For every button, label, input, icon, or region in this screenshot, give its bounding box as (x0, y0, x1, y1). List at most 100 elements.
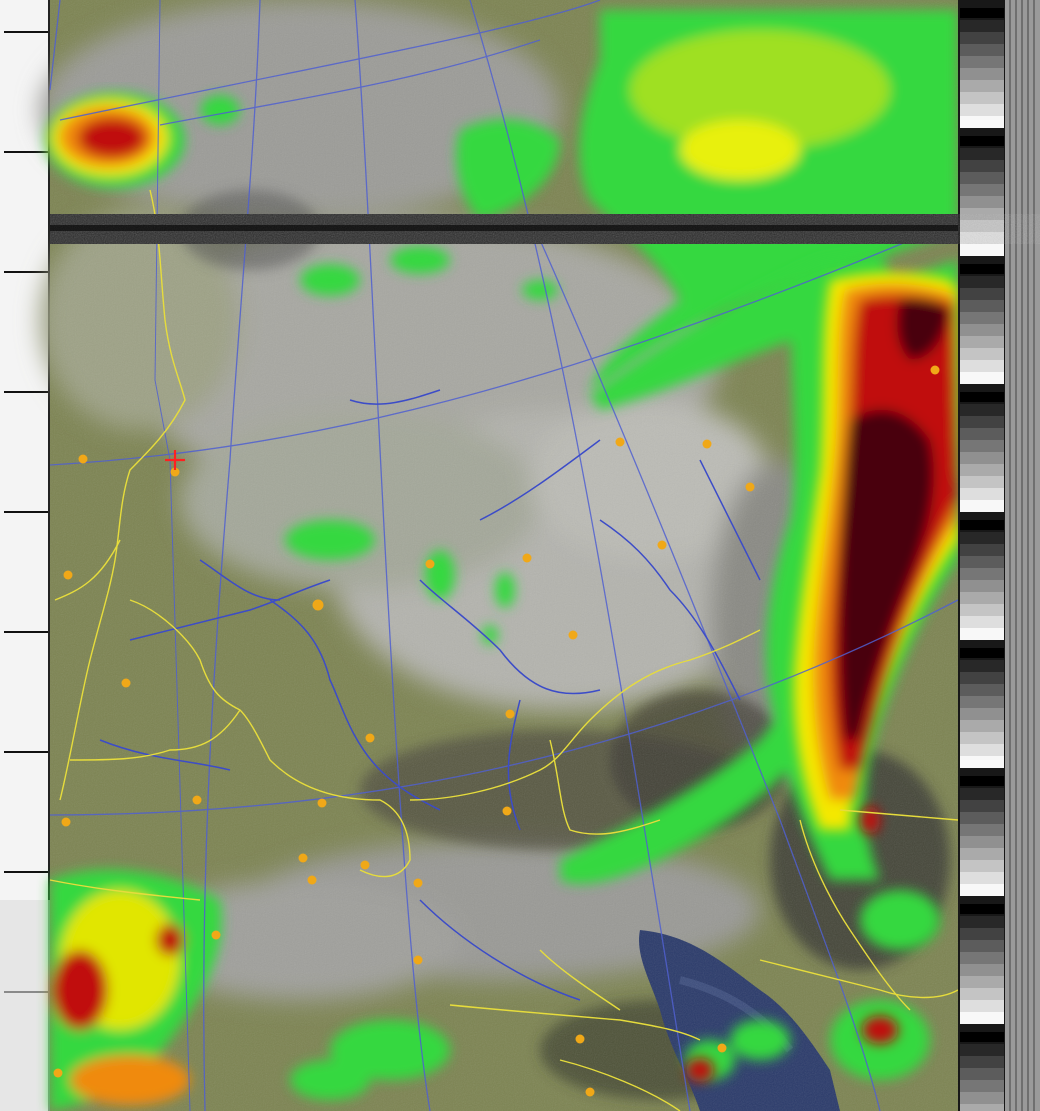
calibration-wedge-step (960, 440, 1004, 452)
calibration-wedge-step (960, 1000, 1004, 1012)
city-dot-icon (425, 559, 435, 569)
city-dot-icon (575, 1034, 585, 1044)
signal-noise-band (50, 214, 958, 244)
calibration-wedge-step (960, 592, 1004, 604)
calibration-wedge-step (960, 1012, 1004, 1024)
calibration-wedge-step (960, 1104, 1004, 1111)
city-dot-icon (317, 798, 327, 808)
calibration-wedge-step (960, 616, 1004, 628)
right-telemetry-strip (958, 0, 1040, 1111)
calibration-wedge-step (960, 288, 1004, 300)
calibration-wedge-step (960, 184, 1004, 196)
calibration-wedge-step (960, 300, 1004, 312)
city-dot-icon (365, 733, 375, 743)
calibration-wedge-step (960, 580, 1004, 592)
city-dot-icon (702, 439, 712, 449)
calibration-wedge-step (960, 1068, 1004, 1080)
city-dot-icon (657, 540, 667, 550)
calibration-wedge-step (960, 836, 1004, 848)
calibration-wedge-step (960, 812, 1004, 824)
calibration-wedge-step (960, 312, 1004, 324)
calibration-wedge-step (960, 104, 1004, 116)
calibration-wedge-step (960, 500, 1004, 512)
calibration-wedge-step (960, 92, 1004, 104)
calibration-wedge-step (960, 244, 1004, 256)
calibration-wedge-step (960, 32, 1004, 44)
calibration-wedge-step (960, 744, 1004, 756)
calibration-wedge-step (960, 568, 1004, 580)
calibration-wedge-step (960, 1056, 1004, 1068)
calibration-wedge-step (960, 800, 1004, 812)
city-dot-icon (930, 365, 940, 375)
calibration-wedge-step (960, 928, 1004, 940)
calibration-wedge-step (960, 276, 1004, 288)
calibration-wedge-step (960, 464, 1004, 476)
calibration-wedge-step (960, 196, 1004, 208)
calibration-wedge-step (960, 940, 1004, 952)
city-dot-icon (413, 955, 423, 965)
calibration-wedge-step (960, 404, 1004, 416)
city-dot-icon (298, 853, 308, 863)
calibration-wedge-step (960, 708, 1004, 720)
city-dot-icon (745, 482, 755, 492)
calibration-wedge-step (960, 360, 1004, 372)
calibration-wedge-step (960, 488, 1004, 500)
city-dot-icon (53, 1068, 63, 1078)
calibration-wedge-step (960, 476, 1004, 488)
city-dot-icon (211, 930, 221, 940)
calibration-wedge-step (960, 452, 1004, 464)
calibration-wedge-step (960, 848, 1004, 860)
calibration-wedge-step (960, 604, 1004, 616)
calibration-wedge-step (960, 628, 1004, 640)
city-dot-icon (505, 709, 515, 719)
city-dot-icon (312, 599, 324, 611)
city-dot-icon (78, 454, 88, 464)
city-dot-icon (413, 878, 423, 888)
city-dot-icon (502, 806, 512, 816)
calibration-wedge-step (960, 916, 1004, 928)
satellite-image (0, 0, 1040, 1111)
calibration-wedge-step (960, 116, 1004, 128)
city-dot-icon (192, 795, 202, 805)
calibration-wedge-step (960, 824, 1004, 836)
calibration-wedge-step (960, 324, 1004, 336)
calibration-wedge-step (960, 872, 1004, 884)
city-dot-icon (522, 553, 532, 563)
city-dot-icon (615, 437, 625, 447)
calibration-wedge-step (960, 336, 1004, 348)
calibration-wedge-step (960, 732, 1004, 744)
calibration-wedge-step (960, 756, 1004, 768)
city-dot-icon (63, 570, 73, 580)
city-dot-icon (61, 817, 71, 827)
calibration-wedge-step (960, 964, 1004, 976)
calibration-wedge-step (960, 976, 1004, 988)
calibration-wedge-step (960, 660, 1004, 672)
city-dot-icon (585, 1087, 595, 1097)
calibration-wedge-step (960, 884, 1004, 896)
calibration-wedge-step (960, 160, 1004, 172)
calibration-wedge-step (960, 860, 1004, 872)
map-area (40, 0, 959, 1111)
calibration-wedge-step (960, 1044, 1004, 1056)
calibration-wedge-step (960, 80, 1004, 92)
city-dot-icon (360, 860, 370, 870)
calibration-wedge-step (960, 952, 1004, 964)
city-dot-icon (717, 1043, 727, 1053)
calibration-wedge-step (960, 988, 1004, 1000)
city-dot-icon (307, 875, 317, 885)
left-telemetry-strip (0, 0, 51, 1111)
calibration-wedge-step (960, 720, 1004, 732)
calibration-wedge-step (960, 20, 1004, 32)
calibration-wedge-step (960, 556, 1004, 568)
calibration-wedge-step (960, 148, 1004, 160)
calibration-wedge-step (960, 348, 1004, 360)
city-dot-icon (121, 678, 131, 688)
calibration-wedge-step (960, 44, 1004, 56)
calibration-wedge-step (960, 372, 1004, 384)
calibration-wedge-step (960, 1092, 1004, 1104)
calibration-wedge-step (960, 68, 1004, 80)
calibration-wedge-step (960, 56, 1004, 68)
calibration-wedge-step (960, 416, 1004, 428)
calibration-wedge-step (960, 1080, 1004, 1092)
calibration-wedge-step (960, 684, 1004, 696)
